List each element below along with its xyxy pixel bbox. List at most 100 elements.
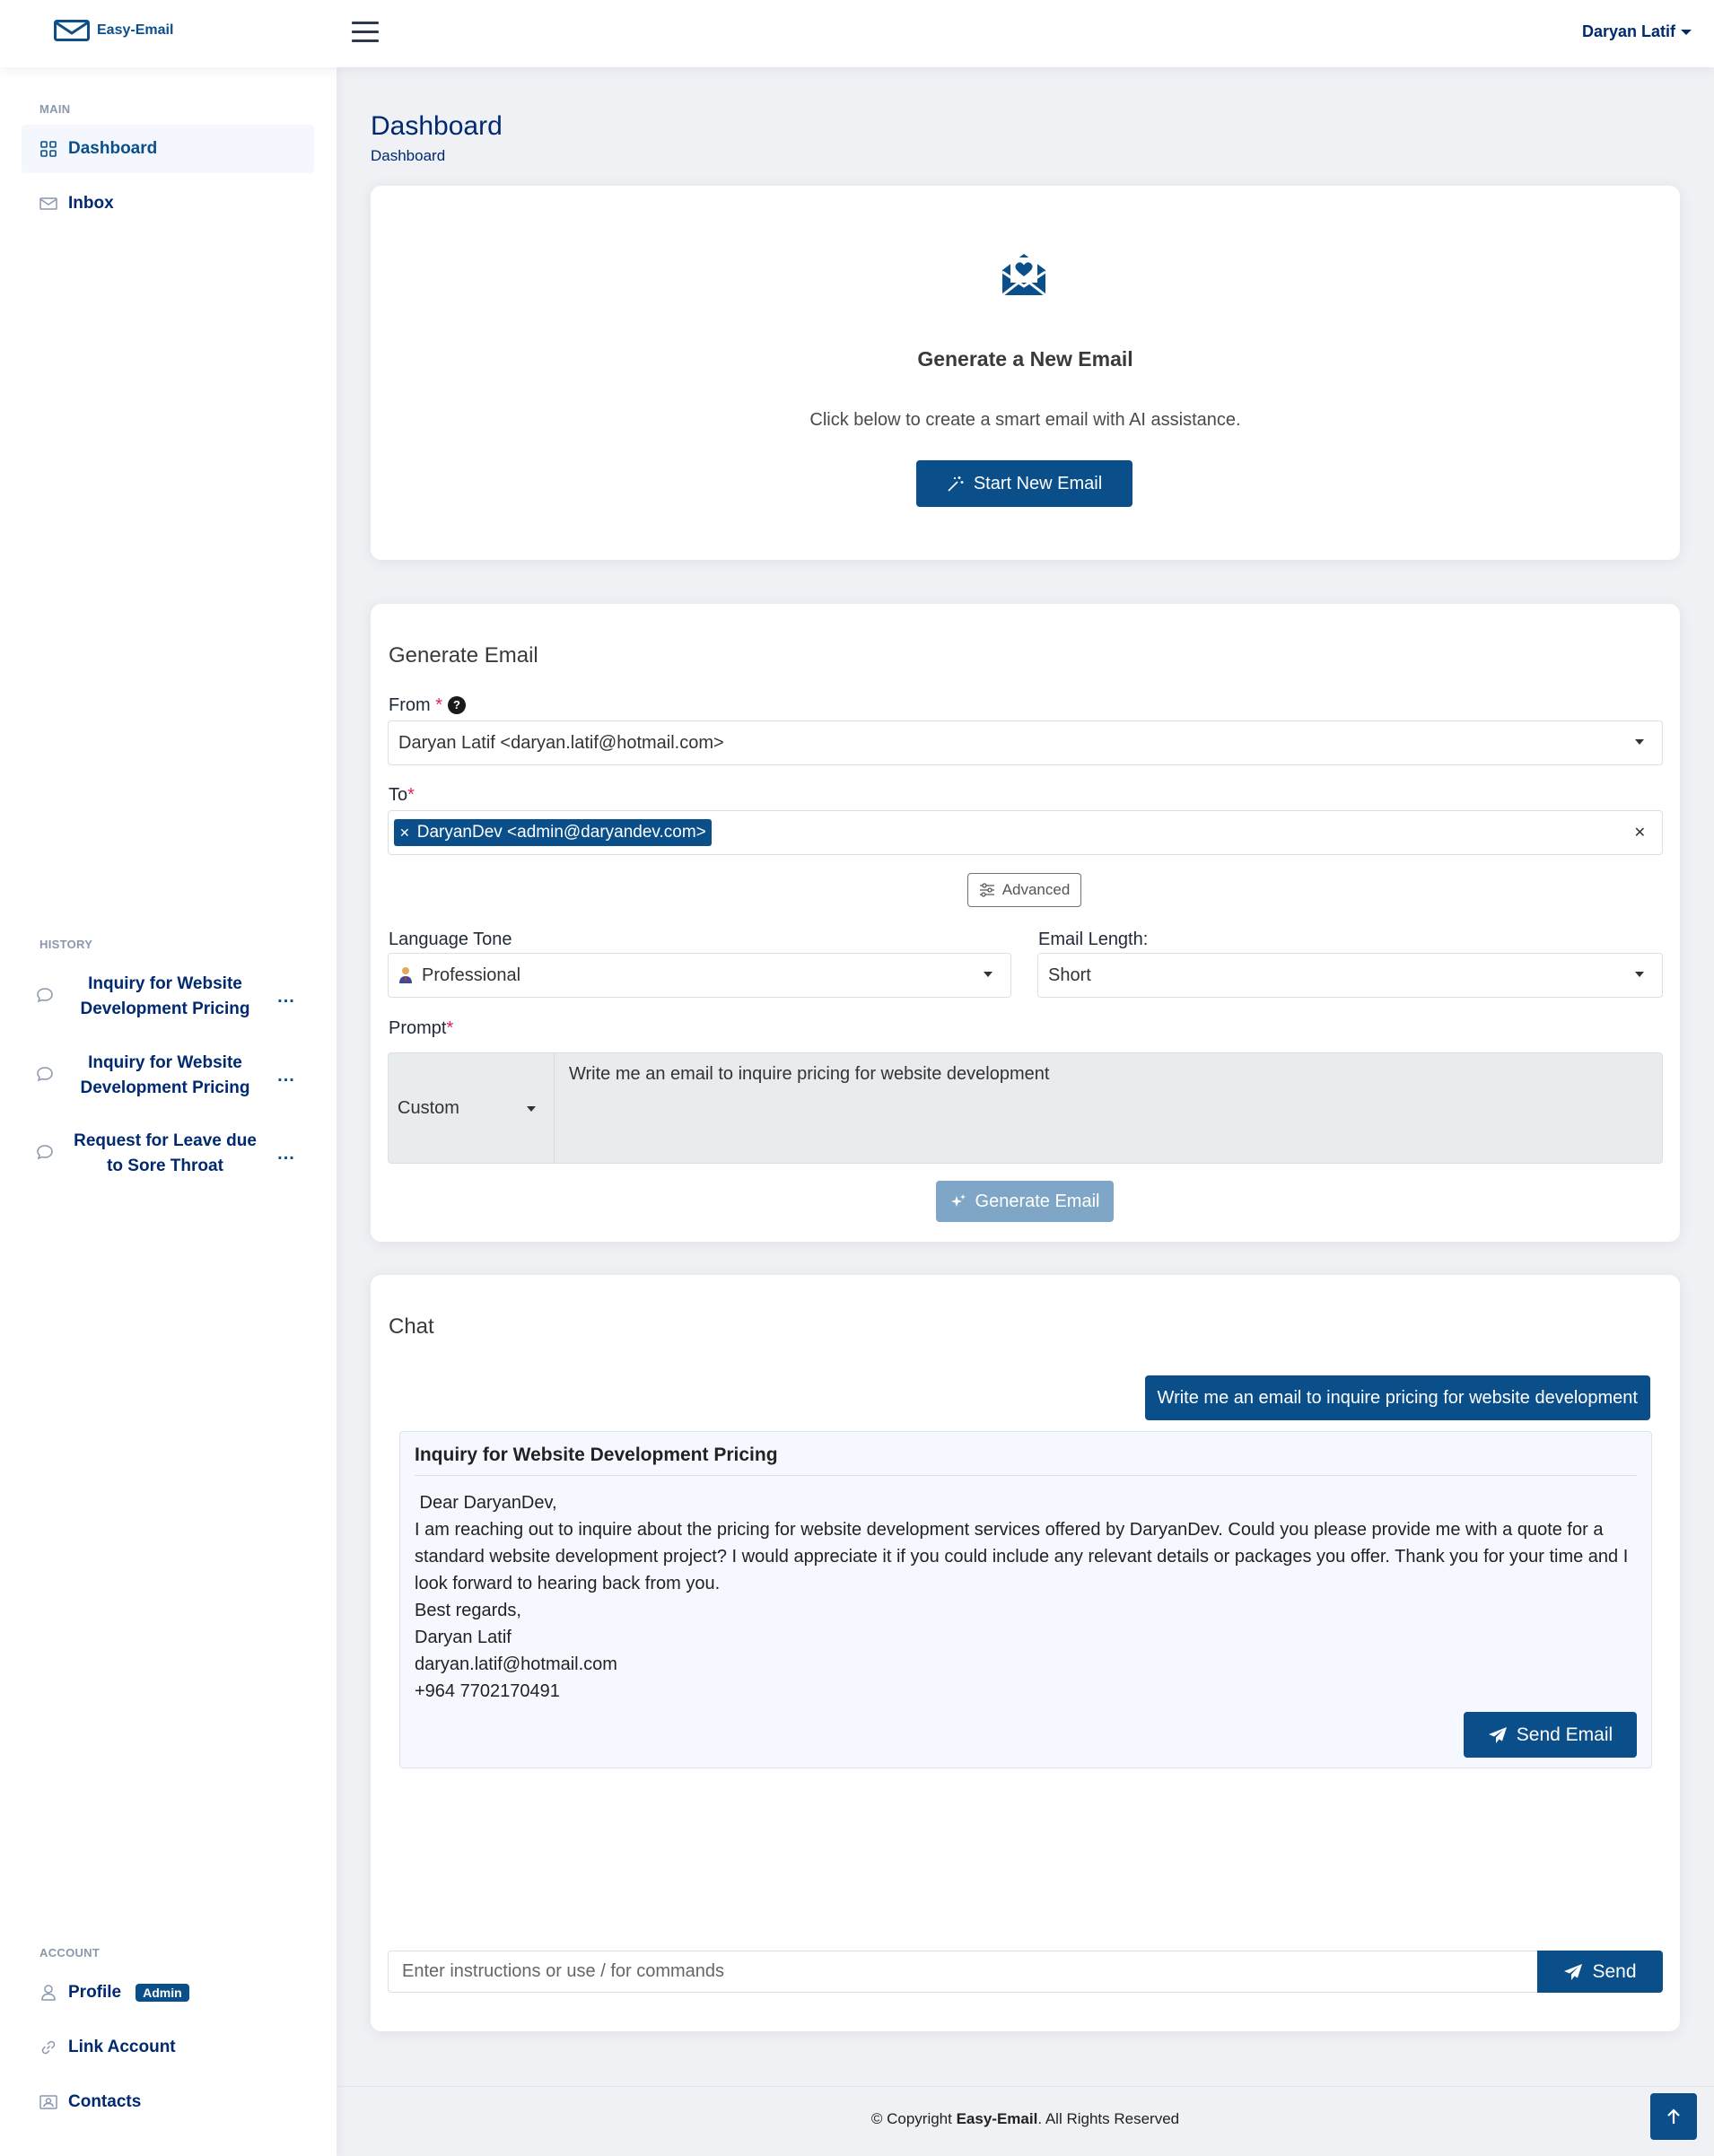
sidebar-item-label: Link Account	[68, 2038, 176, 2056]
sparkles-icon	[950, 1194, 966, 1207]
prompt-type-select[interactable]: Custom	[389, 1053, 555, 1163]
breadcrumb[interactable]: Dashboard	[371, 147, 445, 165]
top-header: Easy-Email Daryan Latif	[0, 0, 1714, 67]
menu-toggle-icon[interactable]	[352, 22, 379, 45]
reply-line: daryan.latif@hotmail.com	[415, 1654, 617, 1674]
sidebar-item-contacts[interactable]: Contacts	[22, 2078, 314, 2126]
reply-line: Dear DaryanDev,	[415, 1493, 557, 1513]
more-options-icon[interactable]: ...	[273, 987, 300, 1008]
prompt-label: Prompt*	[389, 1018, 454, 1038]
chevron-down-icon	[1635, 739, 1644, 745]
chat-bubble-icon	[36, 1065, 57, 1087]
prompt-textarea[interactable]: Write me an email to inquire pricing for…	[555, 1053, 1662, 1163]
envelope-icon	[39, 195, 57, 213]
history-item[interactable]: Request for Leave due to Sore Throat ...	[36, 1125, 305, 1183]
more-options-icon[interactable]: ...	[273, 1144, 300, 1165]
generate-email-heading: Generate Email	[389, 643, 538, 668]
paper-plane-icon	[1488, 1726, 1507, 1743]
sidebar-item-dashboard[interactable]: Dashboard	[22, 125, 314, 173]
sidebar-item-profile[interactable]: Profile Admin	[22, 1968, 314, 2017]
sidebar-item-label: Inbox	[68, 194, 114, 213]
from-value: Daryan Latif <daryan.latif@hotmail.com>	[398, 732, 724, 753]
sidebar-item-label: Profile	[68, 1983, 122, 2002]
grid-icon	[39, 140, 57, 158]
sidebar-item-link-account[interactable]: Link Account	[22, 2023, 314, 2072]
sidebar-item-label: Contacts	[68, 2092, 142, 2111]
sliders-icon	[979, 883, 994, 897]
chevron-down-icon	[984, 972, 993, 977]
history-item-title: Inquiry for Website Development Pricing	[80, 974, 250, 1018]
sidebar: MAIN Dashboard Inbox HISTORY Inquiry for…	[0, 67, 337, 2156]
chat-bubble-icon	[36, 1143, 57, 1165]
tone-label: Language Tone	[389, 930, 512, 949]
footer-divider	[337, 2086, 1714, 2087]
generate-email-button[interactable]: Generate Email	[936, 1181, 1114, 1222]
sidebar-section-main: MAIN	[39, 102, 71, 116]
chevron-down-icon	[527, 1106, 536, 1112]
arrow-up-icon	[1667, 2108, 1680, 2124]
to-field[interactable]: ✕ DaryanDev <admin@daryandev.com> ✕	[388, 810, 1663, 855]
chat-heading: Chat	[389, 1314, 434, 1339]
recipient-chip-label: DaryanDev <admin@daryandev.com>	[416, 823, 706, 842]
chat-card: Chat Write me an email to inquire pricin…	[371, 1275, 1680, 2031]
professional-person-icon	[398, 966, 413, 984]
new-email-card: Generate a New Email Click below to crea…	[371, 186, 1680, 560]
help-icon[interactable]: ?	[448, 695, 467, 714]
card-heading: Generate a New Email	[917, 347, 1133, 371]
send-email-button[interactable]: Send Email	[1464, 1712, 1637, 1758]
sidebar-section-history: HISTORY	[39, 938, 93, 951]
sidebar-item-label: Dashboard	[68, 139, 158, 158]
recipient-chip: ✕ DaryanDev <admin@daryandev.com>	[394, 819, 712, 846]
logo-text: Easy-Email	[97, 22, 174, 38]
reply-line: Daryan Latif	[415, 1628, 512, 1647]
chat-send-button[interactable]: Send	[1537, 1951, 1663, 1993]
assistant-reply: Inquiry for Website Development Pricing …	[399, 1431, 1652, 1768]
reply-subject: Inquiry for Website Development Pricing	[415, 1445, 1637, 1476]
generate-email-label: Generate Email	[975, 1191, 1100, 1211]
from-label: From *?	[389, 695, 467, 716]
footer: © Copyright Easy-Email. All Rights Reser…	[870, 2110, 1180, 2127]
reply-line: I am reaching out to inquire about the p…	[415, 1520, 1629, 1593]
from-select[interactable]: Daryan Latif <daryan.latif@hotmail.com>	[388, 720, 1663, 765]
user-menu[interactable]: Daryan Latif	[1582, 22, 1692, 41]
to-label: To*	[389, 785, 415, 805]
tone-value: Professional	[422, 965, 521, 985]
advanced-label: Advanced	[1001, 881, 1071, 898]
tone-select[interactable]: Professional	[388, 953, 1011, 998]
back-to-top-button[interactable]	[1650, 2093, 1697, 2140]
user-name: Daryan Latif	[1581, 22, 1675, 40]
more-options-icon[interactable]: ...	[273, 1066, 300, 1087]
clear-recipients-icon[interactable]: ✕	[1634, 824, 1646, 842]
envelope-heart-icon	[999, 249, 1049, 303]
length-label: Email Length:	[1038, 930, 1149, 949]
prompt-type-value: Custom	[398, 1097, 459, 1118]
prompt-group: Custom Write me an email to inquire pric…	[388, 1052, 1663, 1164]
envelope-logo-icon	[54, 20, 90, 41]
chat-send-label: Send	[1592, 1960, 1637, 1982]
chevron-down-icon	[1635, 972, 1644, 977]
link-icon	[39, 2038, 57, 2056]
card-description: Click below to create a smart email with…	[809, 410, 1241, 430]
remove-recipient-icon[interactable]: ✕	[399, 825, 410, 841]
page-title: Dashboard	[371, 111, 503, 141]
footer-brand: Easy-Email	[956, 2110, 1038, 2127]
start-new-email-button[interactable]: Start New Email	[916, 460, 1132, 507]
sidebar-item-inbox[interactable]: Inbox	[22, 179, 314, 228]
history-item[interactable]: Inquiry for Website Development Pricing .…	[36, 1047, 305, 1104]
chevron-down-icon	[1681, 29, 1692, 35]
send-email-label: Send Email	[1516, 1724, 1613, 1745]
person-icon	[39, 1984, 57, 2002]
generate-email-card: Generate Email From *? Daryan Latif <dar…	[371, 604, 1680, 1242]
length-select[interactable]: Short	[1037, 953, 1663, 998]
history-item-title: Request for Leave due to Sore Throat	[74, 1131, 257, 1175]
history-item[interactable]: Inquiry for Website Development Pricing .…	[36, 968, 305, 1026]
advanced-button[interactable]: Advanced	[967, 873, 1081, 907]
logo[interactable]: Easy-Email	[54, 20, 173, 41]
length-value: Short	[1048, 965, 1091, 985]
chat-bubble-icon	[36, 986, 57, 1008]
user-message-bubble: Write me an email to inquire pricing for…	[1144, 1375, 1650, 1420]
chat-input[interactable]: Enter instructions or use / for commands	[388, 1951, 1539, 1993]
admin-badge: Admin	[136, 1984, 189, 2002]
reply-line: +964 7702170491	[415, 1681, 560, 1701]
paper-plane-icon	[1564, 1963, 1583, 1980]
